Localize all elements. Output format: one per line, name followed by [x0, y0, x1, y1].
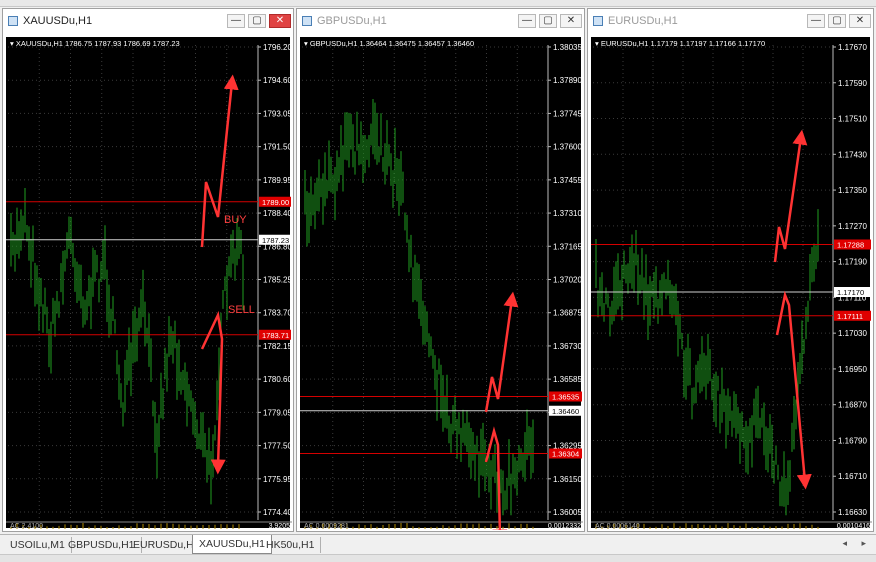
price-axis-label: 1.37890: [553, 76, 582, 85]
chart-svg: 1.17670 1.17590 1.17510 1.17430 1.17350 1.172…: [591, 39, 872, 530]
tab-scroll-arrows[interactable]: ◂ ▸: [842, 538, 872, 549]
annotation-sell: SELL: [228, 304, 255, 316]
window-titlebar[interactable]: GBPUSDu,H1 — ▢ ✕: [297, 9, 584, 35]
window-title: EURUSDu,H1: [608, 15, 678, 27]
price-axis-label: 1.17270: [838, 222, 867, 231]
indicator-label: AC 2.4100: [10, 523, 43, 530]
chart-svg: 1.38035 1.37890 1.37745 1.37600 1.37455 1.373…: [300, 39, 583, 530]
price-axis-label: 1777.50: [263, 442, 292, 451]
price-axis-label: 1788.40: [263, 209, 292, 218]
maximize-button[interactable]: ▢: [539, 14, 557, 28]
close-button[interactable]: ✕: [849, 14, 871, 28]
price-axis-label: 1.37455: [553, 176, 582, 185]
price-axis-label: 1775.95: [263, 475, 292, 484]
price-level-tag-label: 1783.71: [262, 331, 289, 340]
maximize-button[interactable]: ▢: [828, 14, 846, 28]
chart-svg: 1796.20 1794.60 1793.05 1791.50 1789.95 1788.…: [6, 39, 292, 530]
maximize-button[interactable]: ▢: [248, 14, 266, 28]
minimize-button[interactable]: —: [227, 14, 245, 28]
price-axis-label: 1.17190: [838, 258, 867, 267]
price-axis-label: 1779.05: [263, 408, 292, 417]
price-axis-label: 1.17350: [838, 186, 867, 195]
chart-window-eurusd[interactable]: EURUSDu,H1 — ▢ ✕ 1.17670 1.17590 1.17510 1.…: [587, 8, 874, 532]
close-button[interactable]: ✕: [560, 14, 582, 28]
price-axis-label: 1782.15: [263, 342, 292, 351]
price-level-tag-label: 1789.00: [262, 198, 289, 207]
price-axis-label: 1791.50: [263, 143, 292, 152]
chart-window-icon: [8, 16, 18, 26]
price-axis-label: 1.16710: [838, 472, 867, 481]
minimize-button[interactable]: —: [518, 14, 536, 28]
price-axis-label: 1.36005: [553, 508, 582, 517]
price-axis-label: 1794.60: [263, 76, 292, 85]
indicator-scale-label: 0.0010416: [837, 523, 870, 530]
price-axis-label: 1.16790: [838, 436, 867, 445]
minimize-button[interactable]: —: [807, 14, 825, 28]
price-level-tag-label: 1.17288: [837, 241, 864, 250]
price-level-tag-label: 1.36304: [552, 450, 579, 459]
price-axis-label: 1.37745: [553, 109, 582, 118]
current-price-label: 1.36460: [552, 407, 579, 416]
price-axis-label: 1.16870: [838, 401, 867, 410]
toolbar-strip: [0, 0, 876, 7]
price-level-tag-label: 1.17111: [837, 312, 863, 321]
price-axis-label: 1783.70: [263, 309, 292, 318]
tab-hk50[interactable]: HK50u,H1: [260, 537, 322, 553]
indicator-scale-label: 0.0012332: [548, 523, 581, 530]
drawn-arrow: [775, 290, 812, 490]
drawn-arrow: [484, 426, 508, 530]
chart-window-gbpusd[interactable]: GBPUSDu,H1 — ▢ ✕ 1.38035 1.37890 1.37745 1.…: [296, 8, 585, 532]
indicator-label: AC 0.0009281: [304, 523, 349, 530]
price-level-tag-label: 1.36535: [552, 393, 579, 402]
price-axis-label: 1.16630: [838, 508, 867, 517]
close-button[interactable]: ✕: [269, 14, 291, 28]
drawn-arrow: [773, 129, 808, 263]
price-chart[interactable]: 1.17670 1.17590 1.17510 1.17430 1.17350 1.172…: [591, 37, 872, 530]
price-axis-label: 1.17670: [838, 43, 867, 52]
window-titlebar[interactable]: EURUSDu,H1 — ▢ ✕: [588, 9, 873, 35]
price-axis-label: 1.17510: [838, 115, 867, 124]
price-axis-label: 1.36875: [553, 309, 582, 318]
chart-window-icon: [302, 16, 312, 26]
window-title: GBPUSDu,H1: [317, 15, 387, 27]
price-axis-label: 1796.20: [263, 43, 292, 52]
ohlc-header: ▾ GBPUSDu,H1 1.36464 1.36475 1.36457 1.3…: [304, 39, 474, 48]
drawn-arrow: [484, 291, 519, 413]
current-price-label: 1.17170: [837, 288, 864, 297]
price-axis-label: 1.38035: [553, 43, 582, 52]
indicator-scale-label: 3.9205: [269, 523, 291, 530]
price-axis-label: 1774.40: [263, 508, 292, 517]
price-axis-label: 1.37310: [553, 209, 582, 218]
ohlc-header: ▾ EURUSDu,H1 1.17179 1.17197 1.17166 1.1…: [595, 39, 765, 48]
indicator-label: AC 0.0006140: [595, 523, 640, 530]
price-axis-label: 1785.25: [263, 276, 292, 285]
chart-tab-bar: USOILu,M1 GBPUSDu,H1 EURUSDu,H1 XAUUSDu,…: [0, 534, 876, 555]
window-title: XAUUSDu,H1: [23, 15, 93, 27]
price-axis-label: 1.36730: [553, 342, 582, 351]
price-axis-label: 1780.60: [263, 375, 292, 384]
ohlc-header: ▾ XAUUSDu,H1 1786.75 1787.93 1786.69 178…: [10, 39, 180, 48]
current-price-label: 1787.23: [262, 236, 289, 245]
chart-window-icon: [593, 16, 603, 26]
annotation-buy: BUY: [224, 214, 247, 226]
price-axis-label: 1.16950: [838, 365, 867, 374]
price-axis-label: 1.37020: [553, 276, 582, 285]
price-axis-label: 1789.95: [263, 176, 292, 185]
price-axis-label: 1793.05: [263, 109, 292, 118]
chart-window-xauusd[interactable]: XAUUSDu,H1 — ▢ ✕ 1796.20 1794.60 1793.05 17…: [2, 8, 294, 532]
price-axis-label: 1.36585: [553, 375, 582, 384]
price-chart[interactable]: 1796.20 1794.60 1793.05 1791.50 1789.95 1788.…: [6, 37, 292, 530]
price-axis-label: 1.17590: [838, 79, 867, 88]
window-titlebar[interactable]: XAUUSDu,H1 — ▢ ✕: [3, 9, 293, 35]
price-chart[interactable]: 1.38035 1.37890 1.37745 1.37600 1.37455 1.373…: [300, 37, 583, 530]
price-axis-label: 1.36150: [553, 475, 582, 484]
price-axis-label: 1.37600: [553, 143, 582, 152]
price-axis-label: 1.37165: [553, 242, 582, 251]
price-axis-label: 1.17030: [838, 329, 867, 338]
price-axis-label: 1.17430: [838, 150, 867, 159]
